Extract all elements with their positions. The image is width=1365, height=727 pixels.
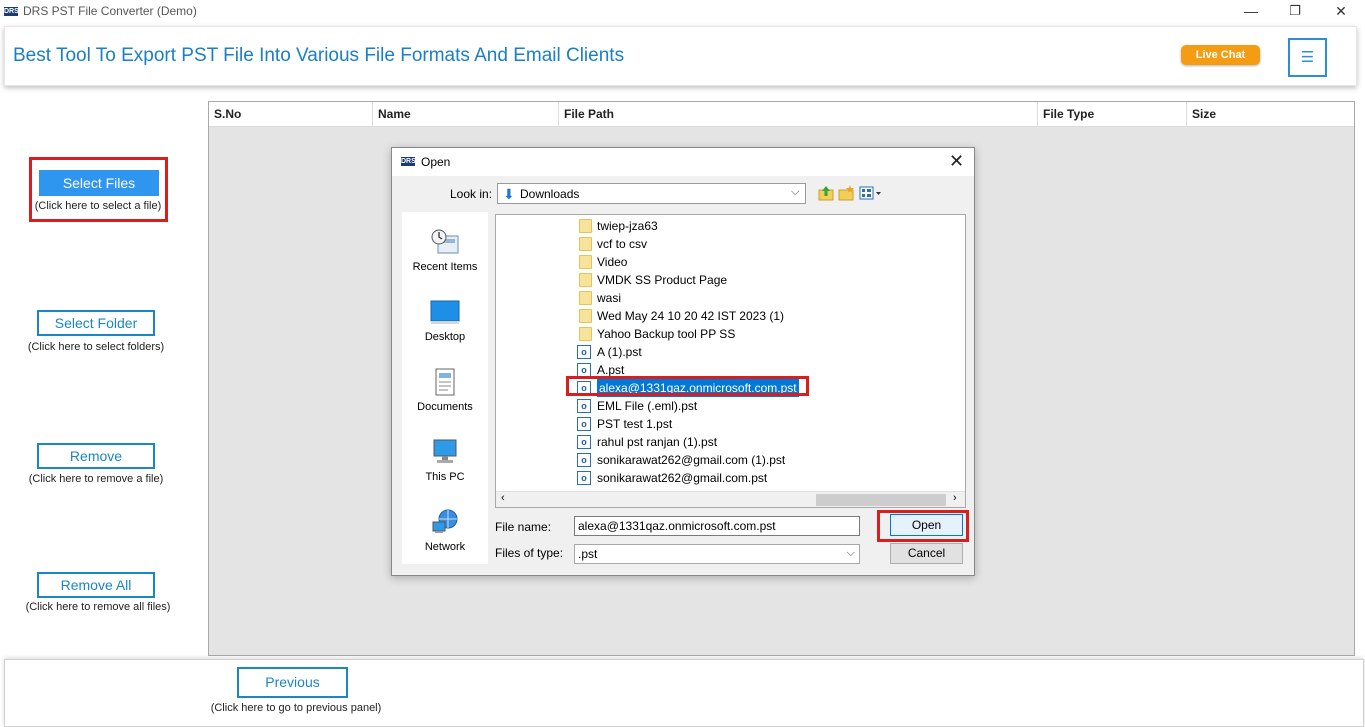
column-file-type[interactable]: File Type bbox=[1038, 102, 1187, 127]
file-name-text: rahul pst ranjan (1).pst bbox=[597, 435, 718, 449]
maximize-button[interactable]: ❐ bbox=[1272, 0, 1318, 24]
chevron-down-icon: ⌵ bbox=[791, 186, 800, 198]
place-label: Desktop bbox=[424, 331, 466, 343]
files-of-type-label: Files of type: bbox=[495, 546, 564, 560]
remove-hint: (Click here to remove a file) bbox=[28, 473, 164, 485]
place-desktop[interactable]: Desktop bbox=[402, 298, 488, 343]
file-name-text: Wed May 24 10 20 42 IST 2023 (1) bbox=[597, 309, 785, 323]
scrollbar-thumb[interactable] bbox=[816, 494, 946, 506]
file-name-text: Yahoo Backup tool PP SS bbox=[597, 327, 736, 341]
new-folder-icon[interactable] bbox=[838, 185, 854, 201]
open-button[interactable]: Open bbox=[890, 514, 963, 536]
outlook-pst-icon: o bbox=[577, 417, 591, 431]
up-folder-icon[interactable] bbox=[818, 185, 834, 201]
downloads-arrow-icon: ⬇ bbox=[503, 186, 515, 202]
place-label: Network bbox=[424, 541, 466, 553]
select-folder-hint: (Click here to select folders) bbox=[27, 341, 165, 353]
file-list-header: S.No Name File Path File Type Size bbox=[209, 102, 1354, 127]
remove-all-hint: (Click here to remove all files) bbox=[25, 601, 171, 613]
outlook-pst-icon: o bbox=[577, 363, 591, 377]
place-network[interactable]: Network bbox=[402, 508, 488, 553]
column-name[interactable]: Name bbox=[373, 102, 559, 127]
app-header: Best Tool To Export PST File Into Variou… bbox=[4, 26, 1357, 86]
column-size[interactable]: Size bbox=[1187, 102, 1354, 127]
dialog-title-bar: DRS Open ✕ bbox=[392, 148, 974, 176]
minimize-button[interactable]: — bbox=[1228, 0, 1274, 24]
file-name-text: A (1).pst bbox=[597, 345, 642, 359]
network-icon bbox=[432, 509, 458, 533]
recent-items-icon bbox=[431, 229, 459, 254]
outlook-pst-icon: o bbox=[577, 471, 591, 485]
previous-button[interactable]: Previous bbox=[237, 667, 348, 698]
window-title-bar: DRS DRS PST File Converter (Demo) — ❐ ✕ bbox=[0, 0, 1365, 24]
dialog-title: Open bbox=[421, 155, 451, 169]
header-title: Best Tool To Export PST File Into Variou… bbox=[13, 45, 625, 66]
close-button[interactable]: ✕ bbox=[1318, 0, 1364, 24]
file-name-text: Video bbox=[597, 255, 628, 269]
folder-icon bbox=[579, 273, 592, 287]
open-file-dialog: DRS Open ✕ Look in: ⬇ Downloads ⌵ Recent… bbox=[391, 147, 975, 576]
place-label: Documents bbox=[417, 401, 473, 413]
folder-icon bbox=[579, 237, 592, 251]
selected-file-highlight bbox=[566, 376, 809, 396]
outlook-pst-icon: o bbox=[577, 453, 591, 467]
place-label: Recent Items bbox=[412, 261, 478, 273]
file-name-input[interactable]: alexa@1331qaz.onmicrosoft.com.pst bbox=[574, 516, 860, 536]
hamburger-icon: ☰ bbox=[1300, 49, 1315, 66]
column-file-path[interactable]: File Path bbox=[559, 102, 1038, 127]
live-chat-button[interactable]: Live Chat bbox=[1181, 45, 1260, 65]
folder-icon bbox=[579, 255, 592, 269]
desktop-icon bbox=[430, 300, 460, 324]
window-title: DRS PST File Converter (Demo) bbox=[23, 4, 197, 18]
chevron-down-icon: ⌵ bbox=[846, 547, 855, 559]
file-list-view[interactable]: twiep-jza63 vcf to csv Video VMDK SS Produc… bbox=[495, 214, 966, 508]
files-of-type-value: .pst bbox=[578, 547, 598, 561]
place-this-pc[interactable]: This PC bbox=[402, 438, 488, 483]
select-files-hint: (Click here to select a file) bbox=[34, 200, 162, 212]
outlook-pst-icon: o bbox=[577, 399, 591, 413]
file-name-label: File name: bbox=[495, 520, 552, 534]
hamburger-menu-button[interactable]: ☰ bbox=[1288, 38, 1327, 77]
place-documents[interactable]: Documents bbox=[402, 368, 488, 413]
file-name-text: vcf to csv bbox=[597, 237, 648, 251]
place-recent-items[interactable]: Recent Items bbox=[402, 228, 488, 273]
folder-icon bbox=[579, 291, 592, 305]
folder-icon bbox=[579, 309, 592, 323]
app-logo-icon: DRS bbox=[4, 7, 19, 16]
places-bar: Recent Items Desktop Documents This PC N… bbox=[402, 212, 488, 564]
file-name-text: twiep-jza63 bbox=[597, 219, 658, 233]
view-menu-icon[interactable] bbox=[859, 185, 883, 201]
scroll-left-icon[interactable]: ‹ bbox=[501, 492, 505, 504]
scroll-right-icon[interactable]: › bbox=[953, 492, 957, 504]
look-in-label: Look in: bbox=[450, 187, 493, 201]
this-pc-icon bbox=[433, 439, 457, 463]
horizontal-scrollbar[interactable]: ‹ › bbox=[496, 491, 965, 507]
footer-bar bbox=[4, 659, 1364, 727]
dialog-logo-icon: DRS bbox=[401, 157, 416, 166]
dialog-close-button[interactable]: ✕ bbox=[949, 151, 964, 172]
folder-icon bbox=[579, 327, 592, 341]
cancel-button[interactable]: Cancel bbox=[890, 543, 963, 564]
column-sno[interactable]: S.No bbox=[209, 102, 373, 127]
look-in-dropdown[interactable]: ⬇ Downloads ⌵ bbox=[497, 183, 806, 204]
place-label: This PC bbox=[425, 471, 465, 483]
file-name-text: EML File (.eml).pst bbox=[597, 399, 698, 413]
remove-button[interactable]: Remove bbox=[37, 443, 155, 469]
select-files-button[interactable]: Select Files bbox=[39, 170, 159, 196]
documents-icon bbox=[435, 368, 455, 396]
file-name-text: PST test 1.pst bbox=[597, 417, 673, 431]
folder-icon bbox=[579, 219, 592, 233]
file-name-text: sonikarawat262@gmail.com (1).pst bbox=[597, 453, 786, 467]
outlook-pst-icon: o bbox=[577, 345, 591, 359]
file-name-text: wasi bbox=[597, 291, 622, 305]
outlook-pst-icon: o bbox=[577, 435, 591, 449]
file-name-text: sonikarawat262@gmail.com.pst bbox=[597, 471, 768, 485]
remove-all-button[interactable]: Remove All bbox=[37, 572, 155, 598]
previous-hint: (Click here to go to previous panel) bbox=[210, 702, 382, 714]
file-name-text: VMDK SS Product Page bbox=[597, 273, 728, 287]
files-of-type-dropdown[interactable]: .pst ⌵ bbox=[574, 544, 860, 564]
select-folder-button[interactable]: Select Folder bbox=[37, 310, 155, 336]
look-in-value: Downloads bbox=[520, 187, 580, 201]
